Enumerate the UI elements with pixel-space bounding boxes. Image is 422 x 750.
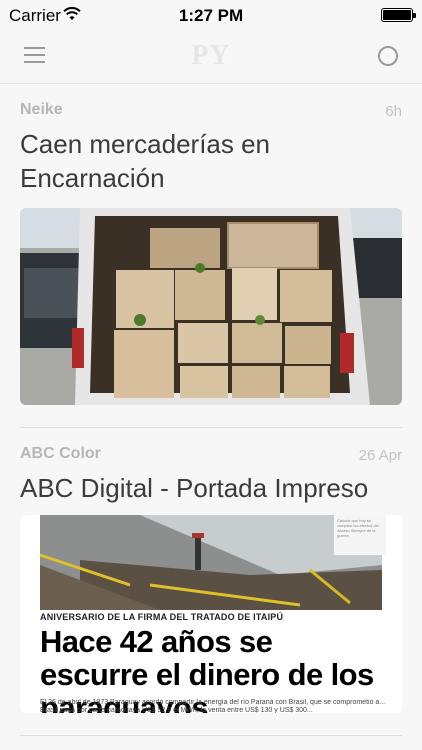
article-title[interactable]: ABC Digital - Portada Impreso bbox=[20, 471, 402, 505]
article-source: ABC Color bbox=[20, 445, 101, 462]
paper-body-text: El 26 de abril de 1973 Paraguay acordó c… bbox=[40, 699, 386, 713]
refresh-circle-icon[interactable] bbox=[378, 46, 398, 66]
divider bbox=[20, 735, 402, 736]
paper-corner-notice: Calcule que hoy se cumplen los efectos d… bbox=[334, 515, 386, 555]
app-logo: PY bbox=[191, 40, 231, 71]
article-card[interactable]: ABC Color 26 Apr ABC Digital - Portada I… bbox=[0, 428, 422, 736]
article-image[interactable] bbox=[20, 208, 402, 405]
article-meta: Neike 6h bbox=[20, 84, 402, 120]
article-image[interactable]: Calcule que hoy se cumplen los efectos d… bbox=[20, 515, 402, 713]
news-feed: Neike 6h Caen mercaderías en Encarnación bbox=[0, 84, 422, 736]
paper-caption: ANIVERSARIO DE LA FIRMA DEL TRATADO DE I… bbox=[40, 612, 284, 622]
article-age: 6h bbox=[385, 103, 402, 120]
article-age: 26 Apr bbox=[358, 447, 402, 464]
battery-icon bbox=[381, 8, 416, 22]
van-crates-photo bbox=[20, 208, 402, 405]
status-bar: Carrier 1:27 PM bbox=[0, 0, 422, 30]
article-card[interactable]: Neike 6h Caen mercaderías en Encarnación bbox=[0, 84, 422, 428]
article-meta: ABC Color 26 Apr bbox=[20, 428, 402, 464]
article-title[interactable]: Caen mercaderías en Encarnación bbox=[20, 127, 402, 195]
article-source: Neike bbox=[20, 101, 63, 118]
navigation-bar: PY bbox=[0, 30, 422, 84]
clock: 1:27 PM bbox=[178, 6, 244, 25]
